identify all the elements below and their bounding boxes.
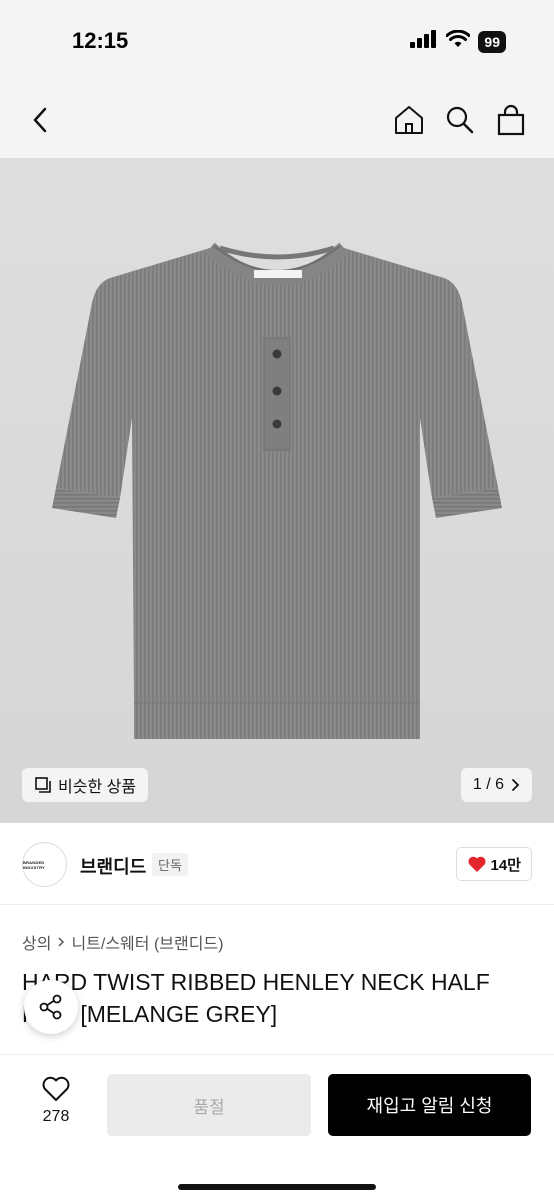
signal-icon — [410, 30, 438, 53]
product-title: HARD TWIST RIBBED HENLEY NECK HALF KNIT … — [22, 969, 490, 1027]
similar-products-label: 비슷한 상품 — [58, 779, 137, 796]
image-counter-label: 1 / 6 — [472, 776, 504, 793]
soldout-button: 품절 — [107, 1074, 311, 1136]
battery-indicator: 99 — [478, 30, 506, 53]
image-counter[interactable]: 1 / 6 — [460, 768, 532, 802]
brand-like-button[interactable]: 14만 — [455, 847, 532, 881]
status-bar: 12:15 99 — [0, 0, 554, 80]
similar-products-button[interactable]: 비슷한 상품 — [22, 768, 149, 802]
brand-like-count: 14만 — [490, 856, 522, 874]
chevron-right-icon — [58, 937, 65, 947]
brand-logo[interactable]: BRANDED INDUSTRY — [22, 842, 67, 887]
brand-logo-text: BRANDED INDUSTRY — [23, 859, 45, 870]
home-indicator — [178, 1184, 376, 1190]
back-button[interactable] — [20, 100, 60, 140]
similar-icon — [35, 777, 51, 793]
wishlist-button[interactable]: 278 — [26, 1075, 86, 1126]
home-icon — [395, 106, 423, 134]
cart-button[interactable] — [491, 100, 531, 140]
chevron-right-icon — [512, 779, 520, 791]
product-image-gallery[interactable]: 비슷한 상품 1 / 6 — [0, 158, 554, 823]
brand-row[interactable]: BRANDED INDUSTRY 브랜디드 단독 14만 — [0, 823, 554, 905]
status-icons: 99 — [410, 29, 506, 53]
brand-name[interactable]: 브랜디드 — [80, 853, 146, 879]
search-button[interactable] — [440, 100, 480, 140]
breadcrumb-category[interactable]: 상의 — [22, 930, 51, 954]
shopping-bag-icon — [497, 104, 525, 136]
heart-filled-icon — [467, 856, 486, 872]
breadcrumb-subcategory[interactable]: 니트/스웨터 (브랜디드) — [71, 930, 223, 954]
product-detail-page: 12:15 99 비슷한 상품 1 / 6 BRANDED INDUSTRY 브… — [0, 0, 554, 1200]
chevron-left-icon — [33, 107, 47, 133]
share-icon — [39, 994, 62, 1020]
wifi-icon — [445, 29, 471, 53]
search-icon — [446, 106, 474, 134]
exclusive-badge: 단독 — [152, 853, 188, 876]
restock-alert-button[interactable]: 재입고 알림 신청 — [328, 1074, 531, 1136]
home-button[interactable] — [389, 100, 429, 140]
bottom-action-bar: 278 품절 재입고 알림 신청 — [0, 1054, 554, 1200]
top-nav — [0, 80, 554, 158]
heart-outline-icon — [42, 1076, 70, 1101]
share-button[interactable] — [24, 980, 78, 1034]
breadcrumb: 상의 니트/스웨터 (브랜디드) — [22, 930, 223, 954]
status-time: 12:15 — [72, 28, 129, 53]
wishlist-count: 278 — [42, 1108, 70, 1125]
product-image — [52, 242, 502, 739]
